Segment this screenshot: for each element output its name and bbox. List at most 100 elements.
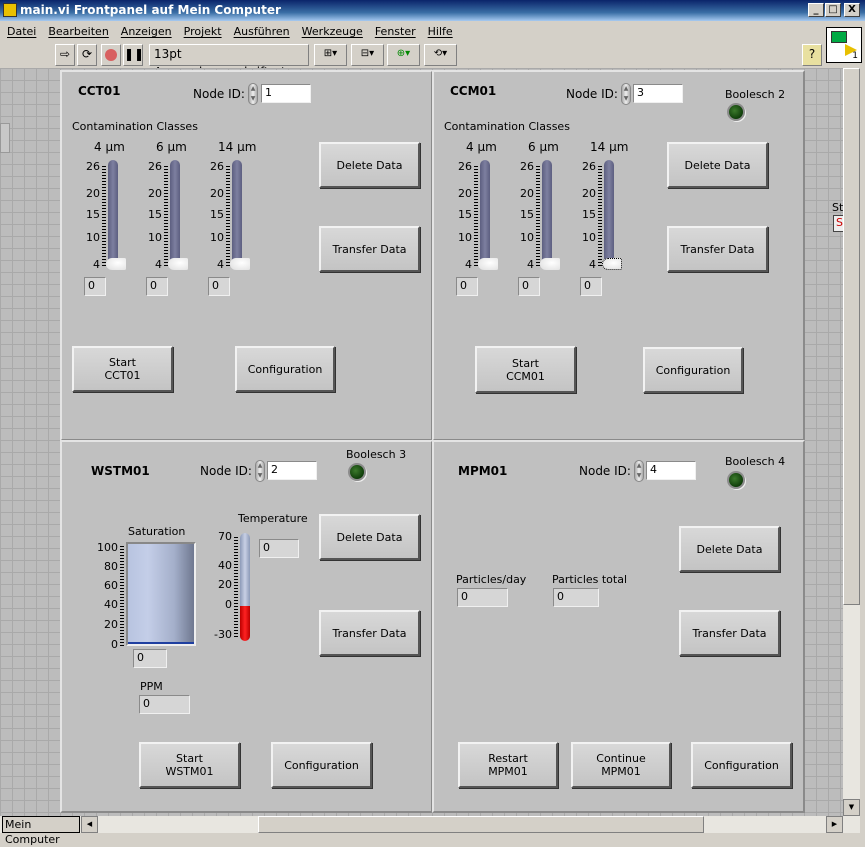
- ccm01-slider-track[interactable]: [604, 160, 614, 270]
- ccm01-led-indicator[interactable]: [727, 103, 745, 121]
- scroll-left-icon[interactable]: ◀: [81, 816, 98, 833]
- menu-werkzeuge[interactable]: Werkzeuge: [295, 22, 368, 42]
- ccm01-slider-track[interactable]: [542, 160, 552, 270]
- scroll-down-icon[interactable]: ▼: [843, 799, 860, 816]
- distribute-objects-icon[interactable]: ⊟▾: [351, 44, 384, 66]
- menu-bearbeiten[interactable]: Bearbeiten: [41, 22, 113, 42]
- cct01-slider-track[interactable]: [108, 160, 118, 270]
- ccm01-scale-label: 10: [582, 231, 596, 244]
- saturation-scale-label: 0: [111, 638, 118, 651]
- run-continuously-icon[interactable]: ⟳: [77, 44, 97, 66]
- cct01-scale-label: 20: [148, 187, 162, 200]
- ccm01-scale-label: 15: [520, 208, 534, 221]
- mpm01-delete-data-button[interactable]: Delete Data: [679, 526, 780, 572]
- offscreen-control[interactable]: S: [833, 215, 843, 232]
- mpm01-restart-button[interactable]: Restart MPM01: [458, 742, 558, 788]
- cct01-scale-label: 4: [93, 258, 100, 271]
- ccm01-node-id-input[interactable]: 3: [633, 84, 683, 103]
- menu-anzeigen[interactable]: Anzeigen: [114, 22, 177, 42]
- cct01-delete-data-button[interactable]: Delete Data: [319, 142, 420, 188]
- menu-projekt[interactable]: Projekt: [177, 22, 227, 42]
- cct01-transfer-data-button[interactable]: Transfer Data: [319, 226, 420, 272]
- mpm01-continue-button[interactable]: Continue MPM01: [571, 742, 671, 788]
- ccm01-scale-label: 20: [520, 187, 534, 200]
- wstm01-start-button[interactable]: Start WSTM01: [139, 742, 240, 788]
- vi-connector-icon[interactable]: 1: [826, 27, 862, 63]
- wstm01-configuration-button[interactable]: Configuration: [271, 742, 372, 788]
- maximize-button[interactable]: □: [825, 3, 841, 17]
- cct01-node-spinner[interactable]: ▲ ▼: [248, 83, 258, 105]
- particles-day-value: 0: [457, 588, 508, 607]
- menu-fenster[interactable]: Fenster: [368, 22, 421, 42]
- minimize-button[interactable]: _: [808, 3, 824, 17]
- ccm01-configuration-button[interactable]: Configuration: [643, 347, 743, 393]
- run-arrow-icon[interactable]: ⇨: [55, 44, 75, 66]
- ccm01-delete-data-button[interactable]: Delete Data: [667, 142, 768, 188]
- saturation-fill: [128, 642, 194, 644]
- font-dropdown[interactable]: 13pt Anwendungsschriftart▼: [149, 44, 309, 79]
- ccm01-slider-track[interactable]: [480, 160, 490, 270]
- ccm01-scale-label: 15: [582, 208, 596, 221]
- saturation-scale-label: 60: [104, 579, 118, 592]
- cct01-slider-track[interactable]: [170, 160, 180, 270]
- wstm01-led-indicator[interactable]: [348, 463, 366, 481]
- resize-objects-icon[interactable]: ⊕▾: [387, 44, 420, 66]
- ccm01-scale-label: 26: [520, 160, 534, 173]
- ccm01-slider-thumb[interactable]: [478, 258, 498, 270]
- mpm01-transfer-data-button[interactable]: Transfer Data: [679, 610, 780, 656]
- align-objects-icon[interactable]: ⊞▾: [314, 44, 347, 66]
- menu-hilfe[interactable]: Hilfe: [421, 22, 458, 42]
- wstm01-delete-data-button[interactable]: Delete Data: [319, 514, 420, 560]
- ccm01-start-button[interactable]: Start CCM01: [475, 346, 576, 393]
- ccm01-slider-ticks: [474, 166, 478, 266]
- ccm01-slider-thumb[interactable]: [540, 258, 560, 270]
- cct01-slider-thumb[interactable]: [106, 258, 126, 270]
- cct01-slider-ticks: [226, 166, 230, 266]
- cct01-node-id-input[interactable]: 1: [261, 84, 311, 103]
- vertical-scroll-thumb[interactable]: [843, 68, 860, 605]
- saturation-scale-label: 20: [104, 618, 118, 631]
- wstm01-node-spinner[interactable]: ▲ ▼: [255, 460, 265, 482]
- vertical-scrollbar[interactable]: ▼: [843, 68, 860, 816]
- scroll-right-icon[interactable]: ▶: [826, 816, 843, 833]
- menu-ausfuehren[interactable]: Ausführen: [227, 22, 295, 42]
- reorder-icon[interactable]: ⟲▾: [424, 44, 457, 66]
- pause-icon[interactable]: ❚❚: [123, 44, 144, 66]
- ccm01-scale-label: 4: [589, 258, 596, 271]
- cct01-slider-thumb[interactable]: [168, 258, 188, 270]
- cct01-slider-thumb[interactable]: [230, 258, 250, 270]
- temperature-scale-label: 0: [225, 598, 232, 611]
- mpm01-node-spinner[interactable]: ▲ ▼: [634, 460, 644, 482]
- cct01-slider-label: 4 µm: [94, 140, 125, 154]
- ccm01-node-spinner[interactable]: ▲ ▼: [621, 83, 631, 105]
- wstm01-node-id-input[interactable]: 2: [267, 461, 317, 480]
- cct01-scale-label: 26: [148, 160, 162, 173]
- ccm01-scale-label: 20: [582, 187, 596, 200]
- cct01-slider-ticks: [164, 166, 168, 266]
- cct01-start-button[interactable]: Start CCT01: [72, 346, 173, 392]
- abort-icon[interactable]: [101, 44, 121, 66]
- ccm01-slider-thumb[interactable]: [602, 258, 622, 270]
- temperature-thermometer: [240, 533, 250, 641]
- temperature-scale-label: 20: [218, 578, 232, 591]
- labview-app-icon: [3, 3, 17, 17]
- saturation-label: Saturation: [128, 525, 186, 538]
- cct01-scale-label: 15: [210, 208, 224, 221]
- context-label: Mein Computer: [2, 816, 80, 846]
- saturation-value: 0: [133, 649, 167, 668]
- mpm01-configuration-button[interactable]: Configuration: [691, 742, 792, 788]
- saturation-scale-ticks: [120, 546, 124, 646]
- cct01-scale-label: 10: [148, 231, 162, 244]
- ccm01-scale-label: 20: [458, 187, 472, 200]
- cct01-slider-track[interactable]: [232, 160, 242, 270]
- cct01-configuration-button[interactable]: Configuration: [235, 346, 335, 392]
- close-button[interactable]: X: [844, 3, 860, 17]
- menu-datei[interactable]: Datei: [0, 22, 41, 42]
- saturation-tank: [126, 542, 196, 646]
- horizontal-scroll-thumb[interactable]: [258, 816, 704, 833]
- wstm01-transfer-data-button[interactable]: Transfer Data: [319, 610, 420, 656]
- mpm01-node-id-input[interactable]: 4: [646, 461, 696, 480]
- ccm01-transfer-data-button[interactable]: Transfer Data: [667, 226, 768, 272]
- help-icon[interactable]: ?: [802, 44, 822, 66]
- mpm01-led-indicator[interactable]: [727, 471, 745, 489]
